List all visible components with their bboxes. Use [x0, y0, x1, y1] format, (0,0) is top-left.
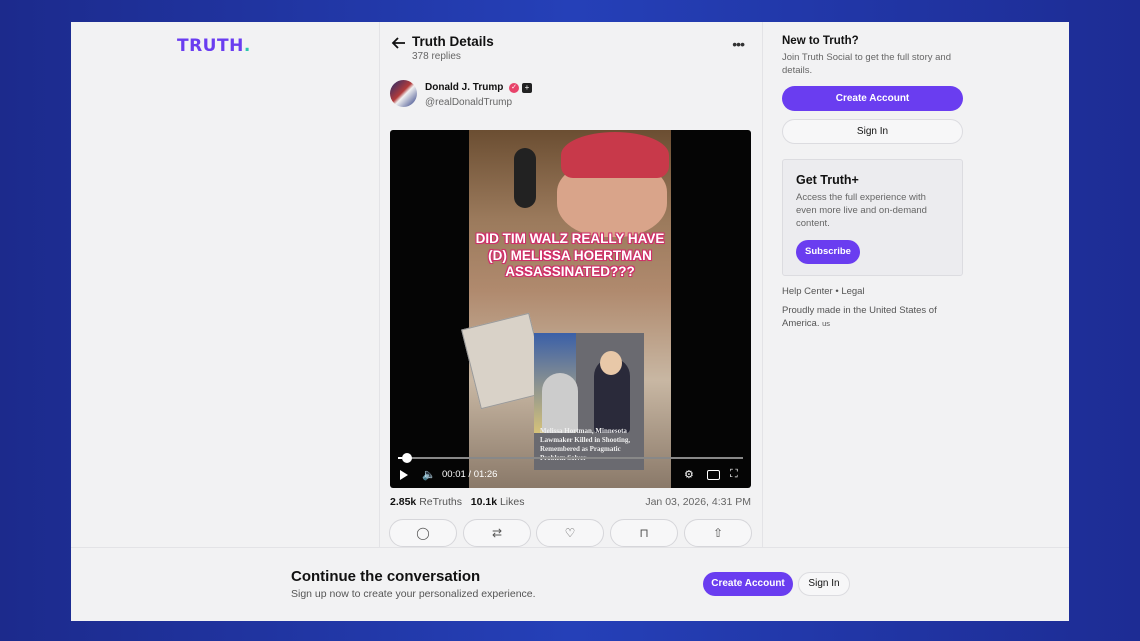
verified-badge-icon: ✓ [509, 83, 519, 93]
page-title: Truth Details [412, 34, 494, 49]
truth-plus-description: Access the full experience with even mor… [796, 192, 927, 229]
bookmark-icon: ⊓ [639, 526, 649, 540]
plus-badge-icon: + [522, 83, 532, 93]
inset-news-photo: Melissa Hortman, Minnesota Lawmaker Kill… [534, 333, 644, 470]
post-column: Truth Details 378 replies ••• Donald J. … [379, 22, 763, 552]
replies-count: 378 replies [412, 51, 461, 62]
signup-banner: Continue the conversation Sign up now to… [71, 547, 1069, 621]
footer-links: Help Center • Legal [782, 286, 865, 297]
post-stats: 2.85k ReTruths 10.1k Likes Jan 03, 2026,… [390, 496, 751, 508]
retruths-stat[interactable]: 2.85k ReTruths [390, 496, 462, 508]
post-actions: ◯ ⇄ ♡ ⊓ ⇧ [389, 519, 752, 549]
subscribe-button[interactable]: Subscribe [796, 240, 860, 264]
share-button[interactable]: ⇧ [684, 519, 752, 547]
video-overlay-text: DID TIM WALZ REALLY HAVE (D) MELISSA HOE… [475, 231, 665, 279]
video-progress-knob[interactable] [402, 453, 413, 463]
author-name[interactable]: Donald J. Trump [425, 82, 503, 93]
retruth-button[interactable]: ⇄ [463, 519, 531, 547]
banner-create-account-button[interactable]: Create Account [703, 572, 793, 596]
truth-logo[interactable]: TRUTH. [177, 36, 251, 56]
new-to-truth-heading: New to Truth? [782, 35, 859, 47]
truth-plus-heading: Get Truth+ [796, 173, 859, 187]
likes-count: 10.1k [470, 496, 498, 508]
post-date: Jan 03, 2026, 4:31 PM [645, 496, 751, 508]
help-center-link[interactable]: Help Center [782, 286, 833, 297]
like-button[interactable]: ♡ [536, 519, 604, 547]
microphone-image [514, 148, 536, 208]
video-time: 00:01 / 01:26 [442, 469, 498, 480]
truth-plus-card: Get Truth+ Access the full experience wi… [782, 159, 963, 276]
post-author[interactable]: Donald J. Trump ✓ + @realDonaldTrump [390, 80, 690, 112]
sign-in-button[interactable]: Sign In [782, 119, 963, 144]
arrow-left-icon[interactable] [390, 34, 408, 52]
likes-label: Likes [499, 496, 525, 508]
retruths-count: 2.85k [390, 496, 417, 508]
more-horizontal-icon[interactable]: ••• [732, 36, 745, 52]
cap-image [561, 132, 669, 178]
fullscreen-icon[interactable]: ⛶ [730, 468, 738, 481]
video-player[interactable]: DID TIM WALZ REALLY HAVE (D) MELISSA HOE… [390, 130, 751, 488]
legal-link[interactable]: Legal [841, 286, 864, 297]
play-icon[interactable] [400, 470, 408, 480]
person-head-image [600, 351, 622, 375]
avatar[interactable] [390, 80, 417, 107]
reply-button[interactable]: ◯ [389, 519, 457, 547]
likes-stat[interactable]: 10.1k Likes [471, 496, 525, 508]
retruths-label: ReTruths [419, 496, 462, 508]
signup-banner-title: Continue the conversation [291, 568, 481, 585]
person-image [542, 373, 578, 433]
made-in-text: Proudly made in the United States of Ame… [782, 304, 964, 330]
signup-banner-subtitle: Sign up now to create your personalized … [291, 588, 536, 600]
share-icon: ⇧ [712, 526, 724, 540]
page-frame: TRUTH. Truth Details 378 replies ••• Don… [71, 22, 1069, 621]
author-handle[interactable]: @realDonaldTrump [425, 97, 512, 108]
comment-icon: ◯ [416, 526, 430, 540]
create-account-button[interactable]: Create Account [782, 86, 963, 111]
made-in-label: Proudly made in the United States of Ame… [782, 305, 937, 329]
country-code: us [822, 319, 831, 328]
new-to-truth-description: Join Truth Social to get the full story … [782, 52, 951, 76]
retruth-icon: ⇄ [491, 526, 503, 540]
heart-icon: ♡ [564, 526, 576, 540]
picture-in-picture-icon[interactable] [707, 470, 720, 480]
banner-sign-in-button[interactable]: Sign In [798, 572, 850, 596]
bookmark-button[interactable]: ⊓ [610, 519, 678, 547]
volume-icon[interactable]: 🔈 [422, 468, 436, 481]
video-progress-bar[interactable] [398, 453, 743, 463]
post-header: Truth Details 378 replies ••• [390, 34, 750, 74]
settings-gear-icon[interactable]: ⚙ [684, 468, 694, 481]
